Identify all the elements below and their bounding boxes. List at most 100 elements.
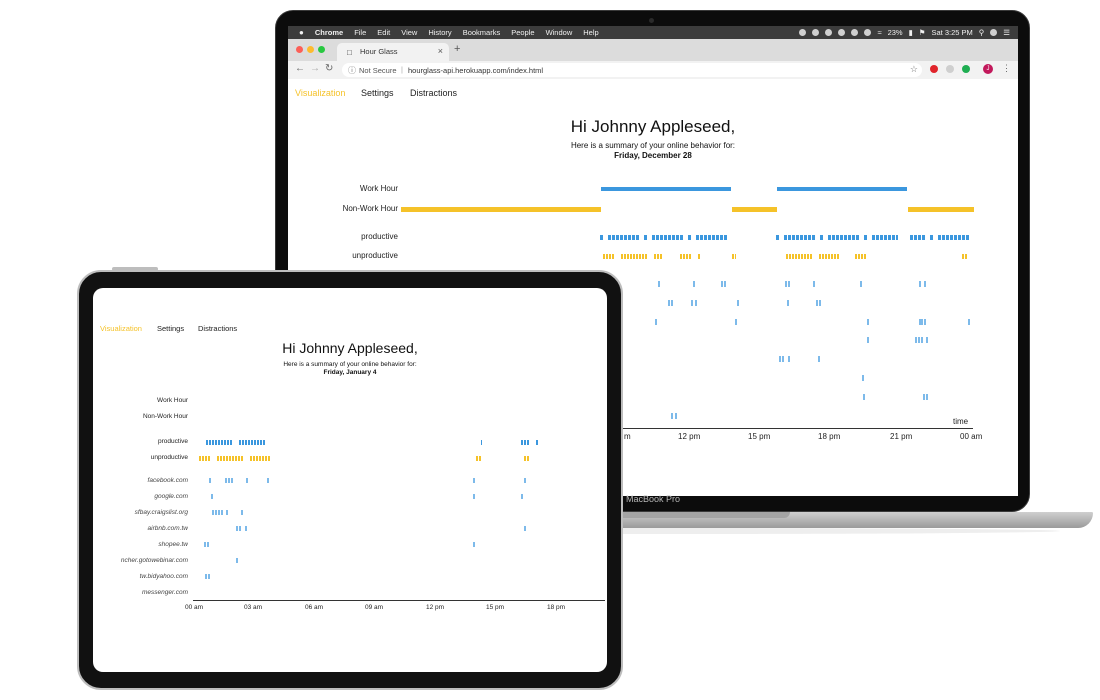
unproductive-tick: [268, 456, 270, 461]
productive-tick: [884, 235, 887, 240]
laptop-brand-label: MacBook Pro: [626, 494, 681, 504]
unproductive-tick: [642, 254, 644, 259]
unproductive-tick: [831, 254, 833, 259]
unproductive-tick: [864, 254, 866, 259]
back-arrow-icon[interactable]: ←: [295, 63, 305, 74]
more-menu-icon[interactable]: ⋮: [1002, 63, 1011, 74]
productive-label: productive: [361, 232, 398, 241]
site-visit-tick: [695, 300, 697, 306]
url-text[interactable]: hourglass-api.herokuapp.com/index.html: [408, 66, 543, 75]
menu-edit[interactable]: Edit: [377, 28, 390, 37]
siri-icon[interactable]: [990, 29, 998, 36]
work-hour-label: Work Hour: [359, 184, 398, 193]
productive-tick: [852, 235, 855, 240]
site-visit-tick: [862, 375, 864, 381]
flag-icon[interactable]: ⚑: [919, 28, 926, 37]
browser-tab[interactable]: □ Hour Glass ×: [337, 43, 449, 61]
productive-tick: [254, 440, 256, 445]
unproductive-tick: [259, 456, 261, 461]
productive-tick: [245, 440, 247, 445]
productive-tick: [724, 235, 727, 240]
site-visit-tick: [924, 319, 926, 325]
omnibox[interactable]: ⓘ Not Secure | hourglass-api.herokuapp.c…: [342, 63, 922, 77]
site-visit-tick: [246, 478, 248, 483]
productive-tick: [946, 235, 949, 240]
menu-view[interactable]: View: [401, 28, 417, 37]
site-visit-tick: [236, 526, 238, 531]
minimize-window-button[interactable]: [307, 46, 314, 53]
camera: [649, 18, 654, 23]
site-label: messenger.com: [142, 589, 188, 596]
x-tick-label: m: [624, 432, 631, 441]
site-visit-tick: [671, 300, 673, 306]
profile-avatar[interactable]: J: [983, 64, 993, 74]
site-visit-tick: [737, 300, 739, 306]
notification-center-icon[interactable]: ☰: [1003, 28, 1010, 37]
spotlight-search-icon[interactable]: ⚲: [979, 28, 985, 37]
unproductive-tick: [205, 456, 207, 461]
bookmark-star-icon[interactable]: ☆: [910, 64, 918, 75]
site-visit-tick: [225, 478, 227, 483]
unproductive-tick: [223, 456, 225, 461]
status-icon[interactable]: [799, 29, 807, 36]
productive-tick: [608, 235, 611, 240]
non-work-hour-label: Non-Work Hour: [142, 413, 188, 420]
productive-tick: [704, 235, 707, 240]
menu-chrome[interactable]: Chrome: [315, 28, 343, 37]
productive-tick: [856, 235, 859, 240]
unproductive-tick: [654, 254, 656, 259]
productive-tick: [696, 235, 699, 240]
site-visit-tick: [671, 413, 673, 419]
opera-extension-icon[interactable]: [930, 65, 938, 73]
menu-window[interactable]: Window: [546, 28, 573, 37]
productive-tick: [242, 440, 244, 445]
site-visit-tick: [207, 542, 209, 547]
site-label: tw.bidyahoo.com: [139, 573, 188, 580]
site-visit-tick: [818, 356, 820, 362]
close-window-button[interactable]: [296, 46, 303, 53]
menu-bookmarks[interactable]: Bookmarks: [463, 28, 501, 37]
status-icon[interactable]: [825, 29, 833, 36]
unproductive-tick: [689, 254, 691, 259]
clock[interactable]: Sat 3:25 PM: [931, 28, 972, 37]
productive-tick: [914, 235, 917, 240]
status-icon[interactable]: [812, 29, 820, 36]
info-icon[interactable]: ⓘ: [348, 65, 356, 76]
work-hour-bar: [777, 187, 907, 191]
menu-people[interactable]: People: [511, 28, 534, 37]
menu-help[interactable]: Help: [583, 28, 598, 37]
new-tab-button[interactable]: +: [454, 43, 460, 55]
productive-tick: [836, 235, 839, 240]
unproductive-tick: [220, 456, 222, 461]
status-icon[interactable]: [851, 29, 859, 36]
wifi-icon[interactable]: ≈: [877, 28, 881, 37]
productive-tick: [616, 235, 619, 240]
status-icon[interactable]: [838, 29, 846, 36]
forward-arrow-icon[interactable]: →: [310, 63, 320, 74]
productive-tick: [481, 440, 482, 445]
close-tab-icon[interactable]: ×: [438, 46, 443, 56]
status-icon[interactable]: [864, 29, 872, 36]
productive-tick: [812, 235, 815, 240]
reload-icon[interactable]: ↻: [325, 63, 333, 74]
productive-tick: [954, 235, 957, 240]
maximize-window-button[interactable]: [318, 46, 325, 53]
productive-tick: [652, 235, 655, 240]
menu-file[interactable]: File: [354, 28, 366, 37]
extension-icon[interactable]: [962, 65, 970, 73]
site-visit-tick: [231, 478, 233, 483]
extension-icon[interactable]: [946, 65, 954, 73]
unproductive-tick: [262, 456, 264, 461]
productive-tick: [612, 235, 615, 240]
apple-icon[interactable]: ●: [299, 28, 304, 37]
unproductive-tick: [795, 254, 797, 259]
non-work-hour-bar: [401, 207, 601, 212]
productive-tick: [239, 440, 241, 445]
non-work-hour-label: Non-Work Hour: [342, 204, 398, 213]
unproductive-tick: [792, 254, 794, 259]
productive-tick: [628, 235, 631, 240]
battery-icon[interactable]: ▮: [909, 28, 913, 37]
menu-history[interactable]: History: [428, 28, 451, 37]
x-axis-line: [193, 600, 605, 601]
productive-tick: [644, 235, 647, 240]
